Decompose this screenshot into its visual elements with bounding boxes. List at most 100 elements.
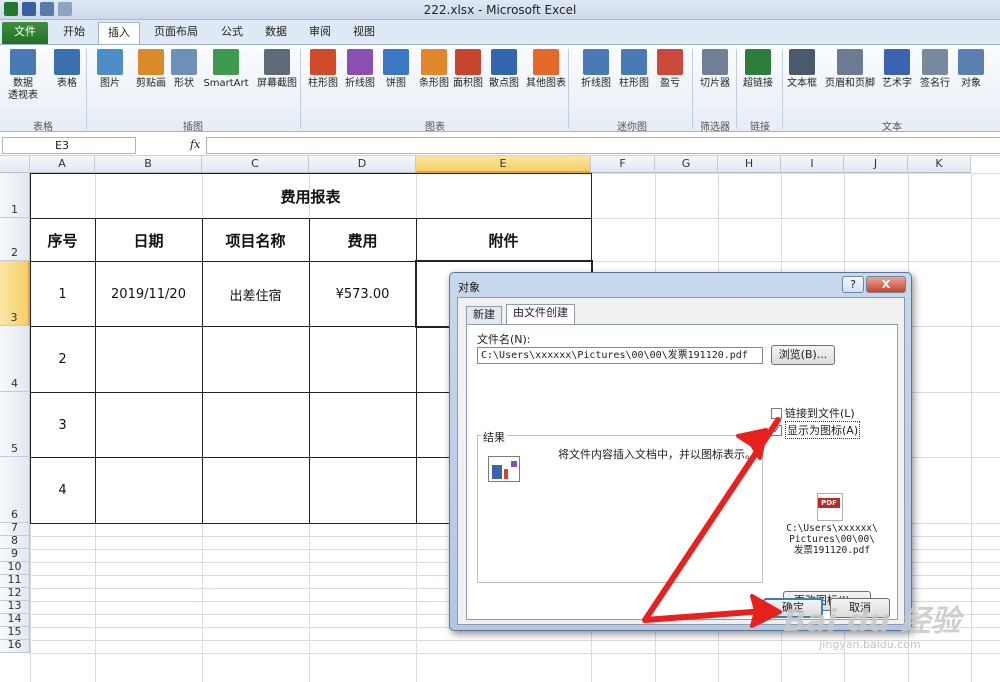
- table-cell[interactable]: [95, 393, 202, 457]
- table-header-cell[interactable]: 费用: [309, 219, 416, 261]
- icon-checkbox-box[interactable]: ✓: [771, 424, 782, 436]
- ribbon-button-screenshot[interactable]: 屏幕截图: [254, 49, 300, 90]
- browse-button[interactable]: 浏览(B)...: [771, 345, 835, 365]
- ribbon-button-hyperlink[interactable]: 超链接: [740, 49, 776, 90]
- column-header-G[interactable]: G: [655, 156, 718, 173]
- sheet-title[interactable]: 费用报表: [30, 174, 591, 218]
- ribbon-button-other-chart[interactable]: 其他图表: [524, 49, 568, 90]
- table-cell[interactable]: 1: [30, 262, 95, 326]
- row-header-2[interactable]: 2: [0, 218, 30, 261]
- tab-review[interactable]: 审阅: [300, 22, 340, 44]
- table-cell[interactable]: [202, 327, 309, 392]
- link-checkbox-box[interactable]: [771, 407, 782, 419]
- ribbon-button-area-chart[interactable]: 面积图: [452, 49, 484, 90]
- ribbon-button-textbox[interactable]: 文本框: [786, 49, 818, 90]
- table-cell[interactable]: 2019/11/20: [95, 262, 202, 326]
- row-number: 8: [11, 534, 18, 547]
- ribbon-button-bar-chart[interactable]: 条形图: [418, 49, 450, 90]
- column-header-H[interactable]: H: [718, 156, 781, 173]
- wordart-icon: [884, 49, 910, 75]
- row-header-5[interactable]: 5: [0, 392, 30, 457]
- tab-formulas[interactable]: 公式: [212, 22, 252, 44]
- display-as-icon-checkbox[interactable]: ✓ 显示为图标(A): [771, 421, 861, 439]
- tab-create-from-file[interactable]: 由文件创建: [506, 304, 575, 325]
- table-cell[interactable]: [95, 327, 202, 392]
- ribbon-button-pivot-table[interactable]: 数据 透视表: [4, 49, 42, 102]
- ribbon-button-object[interactable]: 对象: [958, 49, 984, 90]
- table-cell[interactable]: [202, 458, 309, 523]
- name-box[interactable]: E3: [2, 137, 136, 154]
- column-header-F[interactable]: F: [591, 156, 655, 173]
- row-header-4[interactable]: 4: [0, 326, 30, 392]
- ribbon-button-label: 数据: [13, 78, 33, 89]
- ribbon-button-sparkline-line[interactable]: 折线图: [580, 49, 612, 90]
- tab-view[interactable]: 视图: [344, 22, 384, 44]
- ribbon-button-picture[interactable]: 图片: [96, 49, 124, 90]
- table-cell[interactable]: [309, 393, 416, 457]
- table-cell[interactable]: 2: [30, 327, 95, 392]
- ribbon-button-label: 屏幕截图: [257, 78, 297, 89]
- title-bar: 222.xlsx - Microsoft Excel: [0, 0, 1000, 20]
- ribbon-button-smartart[interactable]: SmartArt: [203, 49, 249, 90]
- link-to-file-checkbox[interactable]: 链接到文件(L): [771, 405, 855, 421]
- table-header-cell[interactable]: 序号: [30, 219, 95, 261]
- tab-insert[interactable]: 插入: [98, 22, 140, 44]
- table-cell[interactable]: [309, 458, 416, 523]
- table-header-cell[interactable]: 附件: [416, 219, 591, 261]
- link-checkbox-label: 链接到文件(L): [785, 407, 855, 420]
- ribbon-button-line-chart[interactable]: 折线图: [342, 49, 378, 90]
- formula-input[interactable]: [206, 137, 1000, 154]
- row-number: 5: [11, 442, 18, 455]
- ribbon-button-clipart[interactable]: 剪贴画: [134, 49, 168, 90]
- ribbon-button-sparkline-column[interactable]: 柱形图: [618, 49, 650, 90]
- help-button[interactable]: ?: [842, 276, 864, 293]
- tab-create-new[interactable]: 新建: [466, 306, 502, 324]
- column-header-K[interactable]: K: [908, 156, 971, 173]
- table-cell[interactable]: [95, 458, 202, 523]
- row-header-6[interactable]: 6: [0, 457, 30, 523]
- tab-file[interactable]: 文件: [2, 22, 48, 44]
- row-header-1[interactable]: 1: [0, 173, 30, 218]
- tab-data[interactable]: 数据: [256, 22, 296, 44]
- tab-home[interactable]: 开始: [52, 22, 96, 44]
- ribbon-button-signature[interactable]: 签名行: [918, 49, 952, 90]
- table-cell[interactable]: [309, 327, 416, 392]
- table-cell[interactable]: [202, 393, 309, 457]
- table-cell[interactable]: 出差住宿: [202, 262, 309, 326]
- column-header-C[interactable]: C: [202, 156, 309, 173]
- ribbon-button-scatter-chart[interactable]: 散点图: [488, 49, 520, 90]
- row-header-16[interactable]: 16: [0, 638, 30, 653]
- ribbon-button-column-chart[interactable]: 柱形图: [306, 49, 340, 90]
- table-cell[interactable]: 4: [30, 458, 95, 523]
- select-all-corner[interactable]: [0, 156, 30, 173]
- row-number: 10: [7, 560, 22, 573]
- ribbon-button-table[interactable]: 表格: [50, 49, 84, 90]
- ribbon-button-sparkline-winloss[interactable]: 盈亏: [656, 49, 684, 90]
- row-number: 16: [7, 638, 22, 651]
- row-header-3[interactable]: 3: [0, 261, 30, 326]
- column-header-B[interactable]: B: [95, 156, 202, 173]
- other-chart-icon: [533, 49, 559, 75]
- ribbon-button-header-footer[interactable]: 页眉和页脚: [822, 49, 878, 90]
- sparkline-line-icon: [583, 49, 609, 75]
- column-header-J[interactable]: J: [844, 156, 908, 173]
- fx-icon[interactable]: fx: [190, 138, 200, 151]
- column-header-D[interactable]: D: [309, 156, 416, 173]
- close-button[interactable]: X: [866, 276, 906, 293]
- ribbon-group-label: 迷你图: [617, 122, 647, 133]
- table-header-cell[interactable]: 日期: [95, 219, 202, 261]
- row-number: 12: [7, 586, 22, 599]
- table-header-cell[interactable]: 项目名称: [202, 219, 309, 261]
- table-cell[interactable]: 3: [30, 393, 95, 457]
- ribbon-button-pie-chart[interactable]: 饼图: [382, 49, 410, 90]
- column-header-I[interactable]: I: [781, 156, 844, 173]
- row-number: 6: [11, 508, 18, 521]
- ribbon-button-slicer[interactable]: 切片器: [698, 49, 732, 90]
- tab-page-layout[interactable]: 页面布局: [144, 22, 208, 44]
- ribbon-button-wordart[interactable]: 艺术字: [880, 49, 914, 90]
- column-header-E[interactable]: E: [416, 156, 591, 173]
- filename-input[interactable]: C:\Users\xxxxxx\Pictures\00\00\发票191120.…: [477, 347, 763, 364]
- ribbon-button-shapes[interactable]: 形状: [170, 49, 198, 90]
- table-cell[interactable]: ¥573.00: [309, 262, 416, 326]
- column-header-A[interactable]: A: [30, 156, 95, 173]
